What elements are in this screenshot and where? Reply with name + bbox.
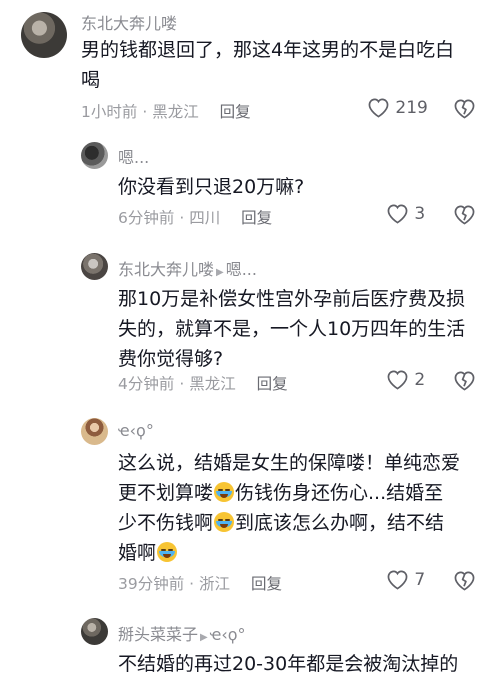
dislike-button[interactable] <box>453 570 476 595</box>
location: 黑龙江 <box>152 103 199 121</box>
comment-2: 嗯... 你没看到只退20万嘛? 6分钟前 · 四川 回复 3 <box>0 140 500 230</box>
comment-meta: 6分钟前 · 四川 回复 <box>118 206 272 228</box>
broken-heart-icon <box>454 205 475 225</box>
reply-to-username: ҽ‹ϙ° <box>209 625 246 644</box>
text-run: 少不伤钱啊 <box>118 512 214 534</box>
comment-meta: 4分钟前 · 黑龙江 回复 <box>118 372 288 394</box>
comment-4: ҽ‹ϙ° 这么说，结婚是女生的保障喽！单纯恋爱 更不划算喽 伤钱伤身还伤心...结… <box>0 415 500 605</box>
text-run: 伤钱伤身还伤心...结婚至 <box>235 482 444 504</box>
comment-1: 东北大奔儿喽 男的钱都退回了，那这4年这男的不是白吃白 喝 1小时前 · 黑龙江… <box>0 0 500 140</box>
comment-meta: 1小时前 · 黑龙江 回复 <box>81 100 251 122</box>
comment-text-line: 不结婚的再过20-30年都是会被淘汰掉的 <box>118 653 459 675</box>
dislike-button[interactable] <box>453 98 476 123</box>
broken-heart-icon <box>454 371 475 391</box>
reply-arrow-icon: ▶ <box>216 267 224 278</box>
username[interactable]: ҽ‹ϙ° <box>118 421 154 440</box>
heart-icon <box>387 570 408 590</box>
avatar[interactable] <box>81 142 108 169</box>
timestamp: 4分钟前 <box>118 375 175 393</box>
comment-text-line: 喝 <box>81 69 101 91</box>
like-count: 219 <box>395 98 428 118</box>
avatar[interactable] <box>21 12 67 58</box>
comment-text-line: 更不划算喽 伤钱伤身还伤心...结婚至 <box>118 478 488 508</box>
comment-text: 这么说，结婚是女生的保障喽！单纯恋爱 更不划算喽 伤钱伤身还伤心...结婚至 少不… <box>118 448 488 568</box>
like-button[interactable]: 219 <box>367 97 428 118</box>
location: 黑龙江 <box>189 375 236 393</box>
dislike-button[interactable] <box>453 370 476 395</box>
comment-text-line: 那10万是补偿女性宫外孕前后医疗费及损 <box>118 288 466 310</box>
location: 四川 <box>189 209 221 227</box>
text-run: 婚啊 <box>118 542 157 564</box>
comment-text-line: 男的钱都退回了，那这4年这男的不是白吃白 <box>81 39 455 61</box>
avatar[interactable] <box>81 253 108 280</box>
location: 浙江 <box>199 575 231 593</box>
username[interactable]: 嗯... <box>118 144 149 168</box>
reply-arrow-icon: ▶ <box>200 632 208 643</box>
reply-button[interactable]: 回复 <box>241 209 272 227</box>
avatar[interactable] <box>81 418 108 445</box>
comment-text-line: 你没看到只退20万嘛? <box>118 176 305 198</box>
like-button[interactable]: 2 <box>386 369 425 390</box>
dislike-button[interactable] <box>453 204 476 229</box>
like-count: 7 <box>414 570 426 590</box>
avatar[interactable] <box>81 618 108 645</box>
broken-heart-icon <box>454 99 475 119</box>
username[interactable]: 东北大奔儿喽 <box>81 10 177 34</box>
comment-3: 东北大奔儿喽 ▶ 嗯... 那10万是补偿女性宫外孕前后医疗费及损 失的，就算不是，… <box>0 250 500 400</box>
comment-text-line: 失的，就算不是，一个人10万四年的生活 <box>118 318 466 340</box>
timestamp: 1小时前 <box>81 103 138 121</box>
heart-icon <box>387 204 408 224</box>
text-run: 到底该怎么办啊，结不结 <box>235 512 445 534</box>
like-button[interactable]: 3 <box>386 203 425 224</box>
comment-text: 男的钱都退回了，那这4年这男的不是白吃白 喝 <box>81 35 481 95</box>
timestamp: 6分钟前 <box>118 209 175 227</box>
comment-text-line: 费你觉得够? <box>118 348 224 370</box>
like-count: 3 <box>414 204 426 224</box>
text-run: 这么说，结婚是女生的保障喽！单纯恋爱 <box>118 452 461 474</box>
crying-laughing-emoji-icon <box>214 482 235 502</box>
separator: · <box>179 209 185 227</box>
separator: · <box>189 575 195 593</box>
crying-laughing-emoji-icon <box>157 542 178 562</box>
reply-button[interactable]: 回复 <box>251 575 282 593</box>
comment-5: 掰头菜菜子 ▶ ҽ‹ϙ° 不结婚的再过20-30年都是会被淘汰掉的 <box>0 615 500 681</box>
comment-text: 不结婚的再过20-30年都是会被淘汰掉的 <box>118 649 488 679</box>
heart-icon <box>368 98 389 118</box>
comment-text-line: 婚啊 <box>118 538 488 568</box>
broken-heart-icon <box>454 571 475 591</box>
comment-text: 那10万是补偿女性宫外孕前后医疗费及损 失的，就算不是，一个人10万四年的生活 … <box>118 284 488 374</box>
comment-text-line: 少不伤钱啊 到底该怎么办啊，结不结 <box>118 508 488 538</box>
comment-text-line: 这么说，结婚是女生的保障喽！单纯恋爱 <box>118 448 488 478</box>
separator: · <box>179 375 185 393</box>
timestamp: 39分钟前 <box>118 575 185 593</box>
separator: · <box>142 103 148 121</box>
username-text: 掰头菜菜子 <box>118 625 199 644</box>
username[interactable]: 掰头菜菜子 ▶ ҽ‹ϙ° <box>118 621 246 645</box>
crying-laughing-emoji-icon <box>214 512 235 532</box>
comment-text: 你没看到只退20万嘛? <box>118 172 478 202</box>
reply-button[interactable]: 回复 <box>220 103 251 121</box>
like-count: 2 <box>414 370 426 390</box>
username-text: 东北大奔儿喽 <box>118 260 215 279</box>
reply-to-username: 嗯... <box>225 260 257 279</box>
text-run: 更不划算喽 <box>118 482 214 504</box>
username[interactable]: 东北大奔儿喽 ▶ 嗯... <box>118 256 257 280</box>
heart-icon <box>387 370 408 390</box>
reply-button[interactable]: 回复 <box>257 375 288 393</box>
comment-meta: 39分钟前 · 浙江 回复 <box>118 572 282 594</box>
like-button[interactable]: 7 <box>386 569 425 590</box>
